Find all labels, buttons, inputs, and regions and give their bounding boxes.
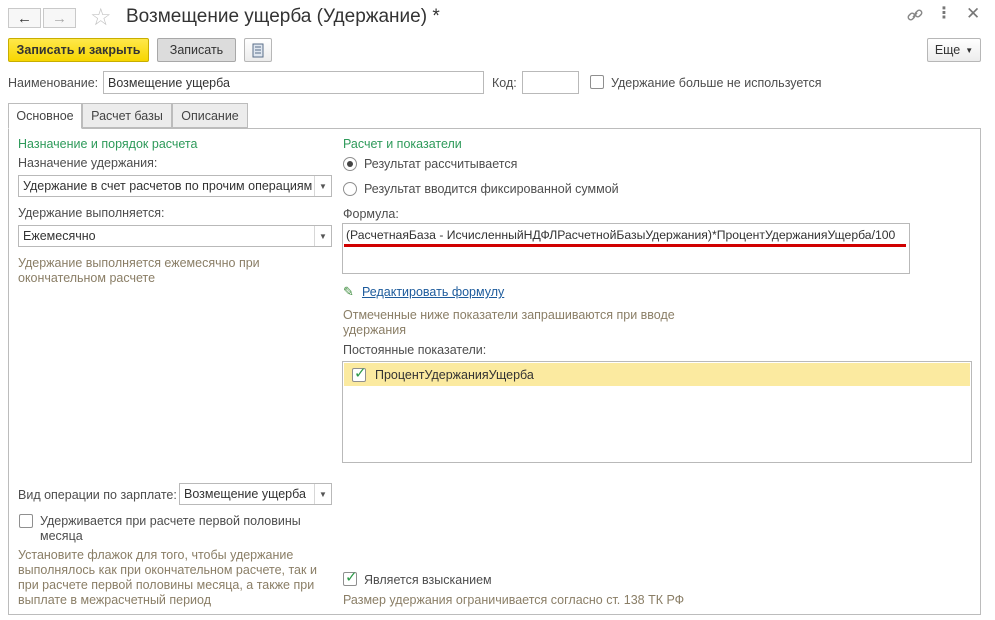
tab-description[interactable]: Описание — [172, 103, 248, 128]
operation-label: Вид операции по зарплате: — [18, 488, 177, 502]
check-icon: ✓ — [354, 365, 367, 382]
penalty-hint: Размер удержания ограничивается согласно… — [343, 593, 685, 607]
arrow-left-icon: ← — [17, 9, 32, 27]
close-icon[interactable]: ✕ — [966, 4, 980, 24]
arrow-right-icon: → — [52, 9, 67, 27]
pencil-icon: ✎ — [343, 284, 354, 299]
indicator-name: ПроцентУдержанияУщерба — [375, 368, 534, 382]
more-vertical-icon[interactable]: ⋮ — [936, 5, 952, 23]
back-button[interactable]: ← — [8, 8, 41, 28]
constant-indicators-label: Постоянные показатели: — [343, 343, 487, 357]
unused-checkbox[interactable] — [590, 75, 604, 89]
report-button[interactable] — [244, 38, 272, 62]
check-icon: ✓ — [345, 569, 358, 586]
indicators-list[interactable]: ✓ ПроцентУдержанияУщерба — [342, 361, 972, 463]
radio-result-fixed-label: Результат вводится фиксированной суммой — [364, 182, 619, 196]
purpose-section-title: Назначение и порядок расчета — [18, 137, 198, 151]
edit-formula-link[interactable]: Редактировать формулу — [362, 285, 504, 299]
radio-result-calculated-label: Результат рассчитывается — [364, 157, 518, 171]
operation-select[interactable]: Возмещение ущерба ▼ — [179, 483, 332, 505]
indicator-checkbox[interactable]: ✓ — [352, 365, 367, 382]
frequency-label: Удержание выполняется: — [18, 206, 165, 220]
code-label: Код: — [492, 76, 517, 90]
first-half-checkbox[interactable] — [19, 514, 33, 528]
more-button[interactable]: Еще ▼ — [927, 38, 981, 62]
tab-base-calculation[interactable]: Расчет базы — [82, 103, 172, 128]
link-icon[interactable] — [906, 6, 924, 24]
chevron-down-icon: ▼ — [965, 45, 974, 55]
penalty-checkbox[interactable]: ✓ — [343, 569, 358, 586]
code-input[interactable] — [522, 71, 579, 94]
indicators-hint: Отмеченные ниже показатели запрашиваются… — [343, 308, 675, 337]
purpose-select[interactable]: Удержание в счет расчетов по прочим опер… — [18, 175, 332, 197]
radio-result-calculated[interactable] — [343, 157, 357, 171]
chevron-down-icon[interactable]: ▼ — [314, 176, 331, 196]
formula-label: Формула: — [343, 207, 399, 221]
star-icon[interactable]: ☆ — [90, 3, 112, 32]
frequency-select[interactable]: Ежемесячно ▼ — [18, 225, 332, 247]
save-and-close-button[interactable]: Записать и закрыть — [8, 38, 149, 62]
document-icon — [252, 43, 264, 57]
formula-underline — [344, 244, 906, 247]
window-title: Возмещение ущерба (Удержание) * — [126, 6, 440, 27]
list-item[interactable]: ✓ ПроцентУдержанияУщерба — [344, 363, 970, 386]
formula-text: (РасчетнаяБаза - ИсчисленныйНДФЛРасчетно… — [346, 228, 896, 242]
penalty-label: Является взысканием — [364, 573, 492, 587]
first-half-hint: Установите флажок для того, чтобы удержа… — [18, 548, 317, 607]
first-half-label: Удерживается при расчете первой половины… — [40, 514, 301, 543]
formula-textarea[interactable]: (РасчетнаяБаза - ИсчисленныйНДФЛРасчетно… — [342, 223, 910, 274]
chevron-down-icon[interactable]: ▼ — [314, 226, 331, 246]
radio-result-fixed[interactable] — [343, 182, 357, 196]
name-label: Наименование: — [8, 76, 99, 90]
forward-button[interactable]: → — [43, 8, 76, 28]
unused-label: Удержание больше не используется — [611, 76, 822, 90]
tab-main[interactable]: Основное — [8, 103, 82, 129]
purpose-label: Назначение удержания: — [18, 156, 158, 170]
frequency-hint: Удержание выполняется ежемесячно при око… — [18, 256, 260, 285]
calculation-section-title: Расчет и показатели — [343, 137, 462, 151]
save-button[interactable]: Записать — [157, 38, 236, 62]
name-input[interactable]: Возмещение ущерба — [103, 71, 484, 94]
chevron-down-icon[interactable]: ▼ — [314, 484, 331, 504]
